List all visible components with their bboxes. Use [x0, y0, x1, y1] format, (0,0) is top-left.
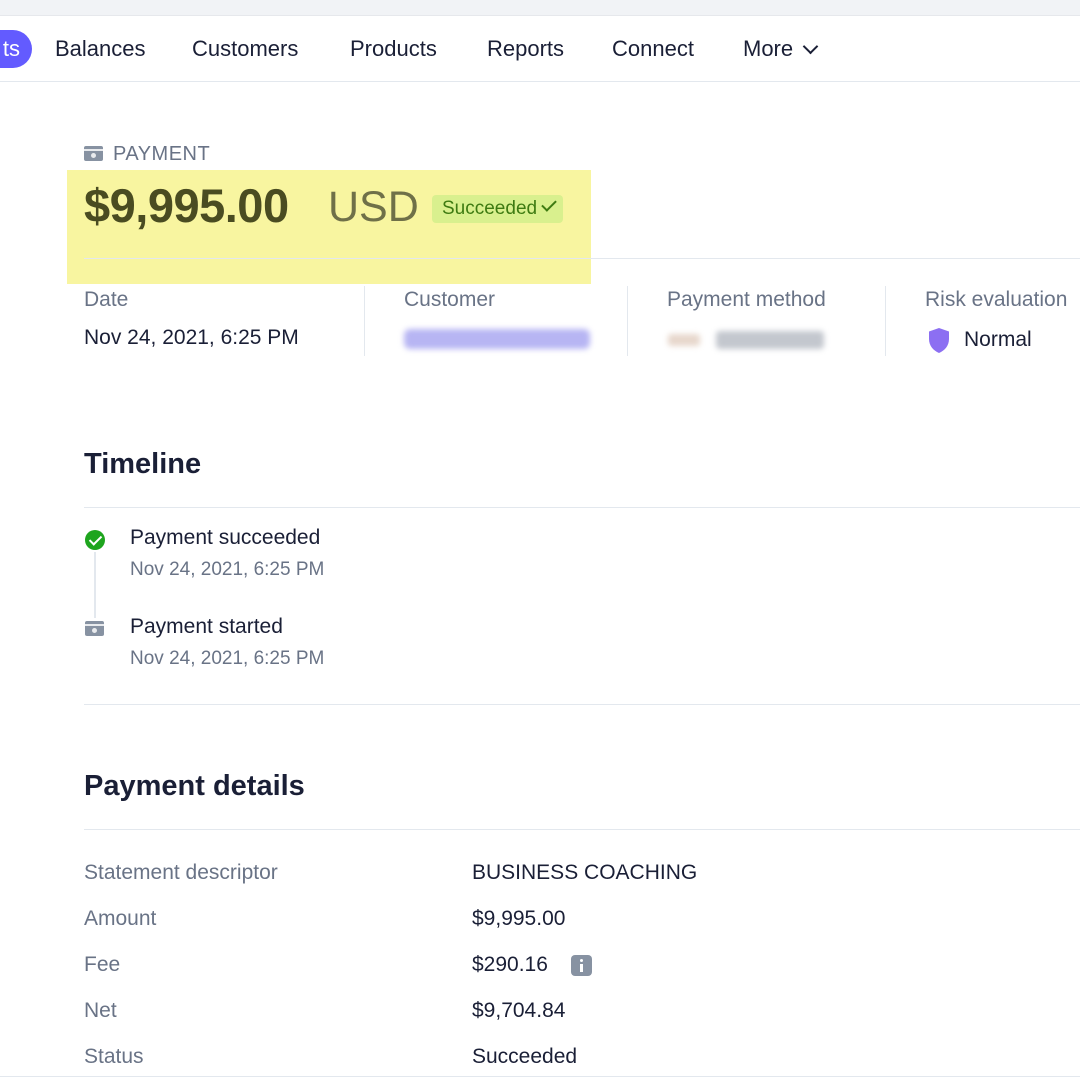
payment-currency: USD	[328, 183, 419, 231]
top-nav: ts Balances Customers Products Reports C…	[0, 16, 1080, 82]
customer-label: Customer	[404, 288, 496, 311]
summary-divider	[364, 286, 365, 356]
customer-link-redacted[interactable]	[404, 329, 590, 349]
detail-value: $290.16	[472, 953, 548, 976]
nav-item-payments-active[interactable]: ts	[0, 30, 32, 68]
detail-label: Statement descriptor	[84, 861, 278, 884]
nav-item-products[interactable]: Products	[350, 34, 437, 64]
payment-card-icon	[85, 620, 104, 640]
details-divider	[84, 829, 1080, 830]
detail-value: BUSINESS COACHING	[472, 861, 698, 884]
summary-divider	[627, 286, 628, 356]
timeline-event-title: Payment started	[130, 615, 283, 638]
nav-item-connect[interactable]: Connect	[612, 34, 694, 64]
payment-label-text: PAYMENT	[113, 143, 211, 165]
detail-label: Fee	[84, 953, 121, 976]
nav-item-reports[interactable]: Reports	[487, 34, 564, 64]
timeline-divider	[84, 507, 1080, 508]
nav-more-label: More	[743, 36, 794, 61]
shield-icon	[929, 328, 949, 353]
timeline-bottom-divider	[84, 704, 1080, 705]
status-badge: Succeeded	[432, 195, 564, 223]
detail-label: Amount	[84, 907, 157, 930]
payment-card-icon	[84, 146, 103, 161]
date-value: Nov 24, 2021, 6:25 PM	[84, 326, 299, 349]
timeline-connector	[94, 552, 96, 618]
status-badge-label: Succeeded	[442, 198, 538, 219]
nav-item-customers[interactable]: Customers	[192, 34, 298, 64]
card-brand-icon	[668, 334, 700, 346]
card-number-redacted	[716, 331, 824, 349]
date-label: Date	[84, 288, 129, 311]
detail-label: Net	[84, 999, 117, 1022]
detail-value: Succeeded	[472, 1045, 578, 1068]
payment-method-label: Payment method	[667, 288, 826, 311]
success-check-icon	[85, 530, 105, 550]
risk-evaluation-value: Normal	[964, 328, 1032, 351]
timeline-event-time: Nov 24, 2021, 6:25 PM	[130, 559, 325, 580]
header-divider	[84, 258, 1080, 259]
detail-value: $9,704.84	[472, 999, 566, 1022]
nav-item-more[interactable]: More	[743, 34, 819, 64]
nav-item-balances[interactable]: Balances	[55, 34, 146, 64]
timeline-title: Timeline	[84, 448, 202, 480]
risk-evaluation-label: Risk evaluation	[925, 288, 1068, 311]
browser-top-strip	[0, 0, 1080, 16]
info-icon[interactable]	[571, 955, 592, 976]
summary-divider	[885, 286, 886, 356]
payment-type-label: PAYMENT	[84, 143, 210, 166]
bottom-edge	[0, 1076, 1080, 1077]
timeline-event-time: Nov 24, 2021, 6:25 PM	[130, 648, 325, 669]
check-icon	[541, 196, 557, 212]
detail-label: Status	[84, 1045, 144, 1068]
payment-amount: $9,995.00	[84, 179, 289, 232]
payment-details-title: Payment details	[84, 770, 305, 802]
chevron-down-icon	[802, 38, 819, 55]
timeline-event-title: Payment succeeded	[130, 526, 321, 549]
detail-value: $9,995.00	[472, 907, 566, 930]
